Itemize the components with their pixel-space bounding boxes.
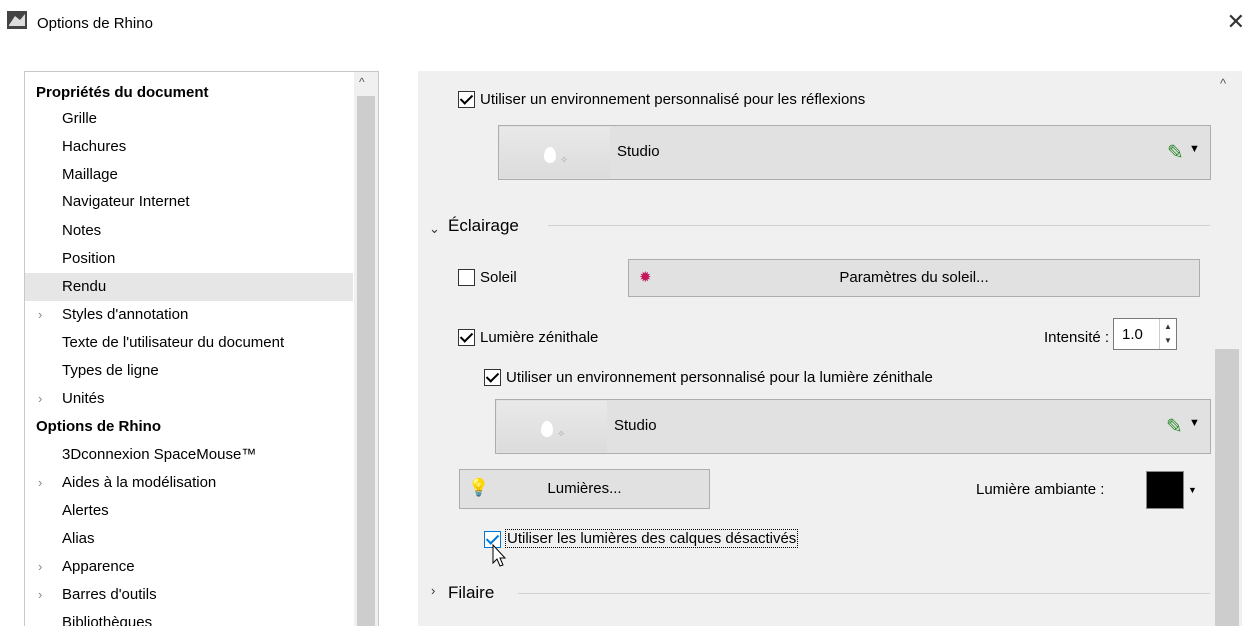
tree-item[interactable]: Hachures xyxy=(25,133,353,161)
environment-thumbnail: ✧ xyxy=(497,401,607,452)
panel-scroll-thumb[interactable] xyxy=(1215,349,1239,626)
section-divider xyxy=(518,593,1210,594)
intensity-label: Intensité : xyxy=(1044,329,1110,346)
reflections-checkbox-label: Utiliser un environnement personnalisé p… xyxy=(480,91,866,108)
tree-item[interactable]: › Barres d'outils xyxy=(25,581,353,609)
pencil-icon[interactable]: ✎ xyxy=(1167,140,1184,165)
skylight-env-name: Studio xyxy=(614,417,657,434)
render-settings-panel: Utiliser un environnement personnalisé p… xyxy=(418,71,1242,626)
tree-item[interactable]: Navigateur Internet xyxy=(25,188,353,216)
skylight-env-checkbox[interactable] xyxy=(484,369,501,386)
chevron-up-icon[interactable]: ^ xyxy=(1220,76,1226,91)
tree-item[interactable]: Bibliothèques xyxy=(25,609,353,626)
ambient-light-label: Lumière ambiante : xyxy=(976,481,1105,498)
section-divider xyxy=(548,225,1210,226)
tree-scroll-thumb[interactable] xyxy=(357,96,375,626)
ambient-color-swatch[interactable] xyxy=(1146,471,1184,509)
tree-item[interactable]: Maillage xyxy=(25,161,353,189)
skylight-env-checkbox-label: Utiliser un environnement personnalisé p… xyxy=(506,369,933,386)
tree-item-label: Options de Rhino xyxy=(36,418,161,435)
chevron-down-icon[interactable]: ▼ xyxy=(1188,485,1197,495)
tree-item-label: Styles d'annotation xyxy=(62,306,189,323)
tree-item-label: Grille xyxy=(62,110,98,127)
lighting-section-title[interactable]: Éclairage xyxy=(448,216,519,236)
tree-item-label: Notes xyxy=(62,222,102,239)
tree-item-label: Position xyxy=(62,250,116,267)
chevron-right-icon[interactable]: › xyxy=(431,583,435,598)
sun-settings-button[interactable]: ✹ Paramètres du soleil... xyxy=(628,259,1200,297)
title-bar: Options de Rhino ✕ xyxy=(0,0,1259,54)
tree-item[interactable]: Rendu xyxy=(25,273,353,301)
tree-item[interactable]: Notes xyxy=(25,217,353,245)
tree-item-label: Types de ligne xyxy=(62,362,159,379)
decrement-icon[interactable]: ▼ xyxy=(1164,336,1172,345)
reflections-env-name: Studio xyxy=(617,143,660,160)
skylight-env-picker[interactable]: ✧ Studio ✎ ▼ xyxy=(495,399,1211,454)
sun-checkbox[interactable] xyxy=(458,269,475,286)
chevron-right-icon[interactable]: › xyxy=(38,385,42,413)
pencil-icon[interactable]: ✎ xyxy=(1166,414,1183,439)
lights-button-label: Lumières... xyxy=(547,480,622,497)
skylight-checkbox[interactable] xyxy=(458,329,475,346)
tree-item[interactable]: Types de ligne xyxy=(25,357,353,385)
window-title: Options de Rhino xyxy=(37,15,153,32)
tree-item[interactable]: Grille xyxy=(25,105,353,133)
reflections-checkbox[interactable] xyxy=(458,91,475,108)
tree-item-label: Rendu xyxy=(62,278,107,295)
mouse-cursor-icon xyxy=(492,544,507,567)
chevron-right-icon[interactable]: › xyxy=(38,553,42,581)
intensity-stepper[interactable]: 1.0 ▲ ▼ xyxy=(1113,318,1177,350)
tree-item-label: Apparence xyxy=(62,558,135,575)
tree-item[interactable]: › Unités xyxy=(25,385,353,413)
environment-thumbnail: ✧ xyxy=(500,127,610,178)
chevron-down-icon[interactable]: ▼ xyxy=(1189,143,1200,155)
tree-section[interactable]: Propriétés du document xyxy=(25,79,353,107)
tree-item-label: Alertes xyxy=(62,502,109,519)
tree-item-label: Barres d'outils xyxy=(62,586,157,603)
tree-item[interactable]: › Styles d'annotation xyxy=(25,301,353,329)
tree-item-label: Aides à la modélisation xyxy=(62,474,217,491)
chevron-right-icon[interactable]: › xyxy=(38,301,42,329)
tree-item-label: Maillage xyxy=(62,166,118,183)
tree-section[interactable]: Options de Rhino xyxy=(25,413,353,441)
chevron-right-icon[interactable]: › xyxy=(38,581,42,609)
options-tree: ^ Propriétés du document Grille Hachures Ma… xyxy=(24,71,379,626)
tree-item[interactable]: Alertes xyxy=(25,497,353,525)
tree-item-label: Bibliothèques xyxy=(62,614,153,626)
sun-settings-label: Paramètres du soleil... xyxy=(839,269,989,286)
lights-button[interactable]: 💡 Lumières... xyxy=(459,469,710,509)
tree-item-label: Texte de l'utilisateur du document xyxy=(62,334,285,351)
tree-item-label: Propriétés du document xyxy=(36,84,209,101)
intensity-value: 1.0 xyxy=(1122,326,1143,343)
tree-item-label: Alias xyxy=(62,530,95,547)
wireframe-section-title[interactable]: Filaire xyxy=(448,583,494,603)
increment-icon[interactable]: ▲ xyxy=(1164,322,1172,331)
panel-scrollbar[interactable]: ^ xyxy=(1212,71,1242,626)
stepper-arrows[interactable]: ▲ ▼ xyxy=(1159,319,1176,349)
tree-item[interactable]: 3Dconnexion SpaceMouse™ xyxy=(25,441,353,469)
tree-item-label: Hachures xyxy=(62,138,127,155)
close-icon[interactable]: ✕ xyxy=(1227,11,1245,33)
tree-item-label: 3Dconnexion SpaceMouse™ xyxy=(62,446,257,463)
hidden-layers-lights-label: Utiliser les lumières des calques désact… xyxy=(504,529,799,548)
tree-item[interactable]: › Aides à la modélisation xyxy=(25,469,353,497)
sun-checkbox-label: Soleil xyxy=(480,269,517,286)
tree-item[interactable]: Position xyxy=(25,245,353,273)
tree-item-label: Navigateur Internet xyxy=(62,193,190,210)
chevron-up-icon[interactable]: ^ xyxy=(359,75,365,89)
skylight-checkbox-label: Lumière zénithale xyxy=(480,329,599,346)
chevron-down-icon[interactable]: ▼ xyxy=(1189,417,1200,429)
tree-item-label: Unités xyxy=(62,390,105,407)
tree-scrollbar[interactable]: ^ xyxy=(354,72,378,626)
tree-item[interactable]: Texte de l'utilisateur du document xyxy=(25,329,353,357)
rhino-app-icon xyxy=(7,11,27,29)
reflections-env-picker[interactable]: ✧ Studio ✎ ▼ xyxy=(498,125,1211,180)
chevron-down-icon[interactable]: ⌄ xyxy=(429,221,440,237)
chevron-right-icon[interactable]: › xyxy=(38,469,42,497)
tree-item[interactable]: › Apparence xyxy=(25,553,353,581)
tree-item[interactable]: Alias xyxy=(25,525,353,553)
